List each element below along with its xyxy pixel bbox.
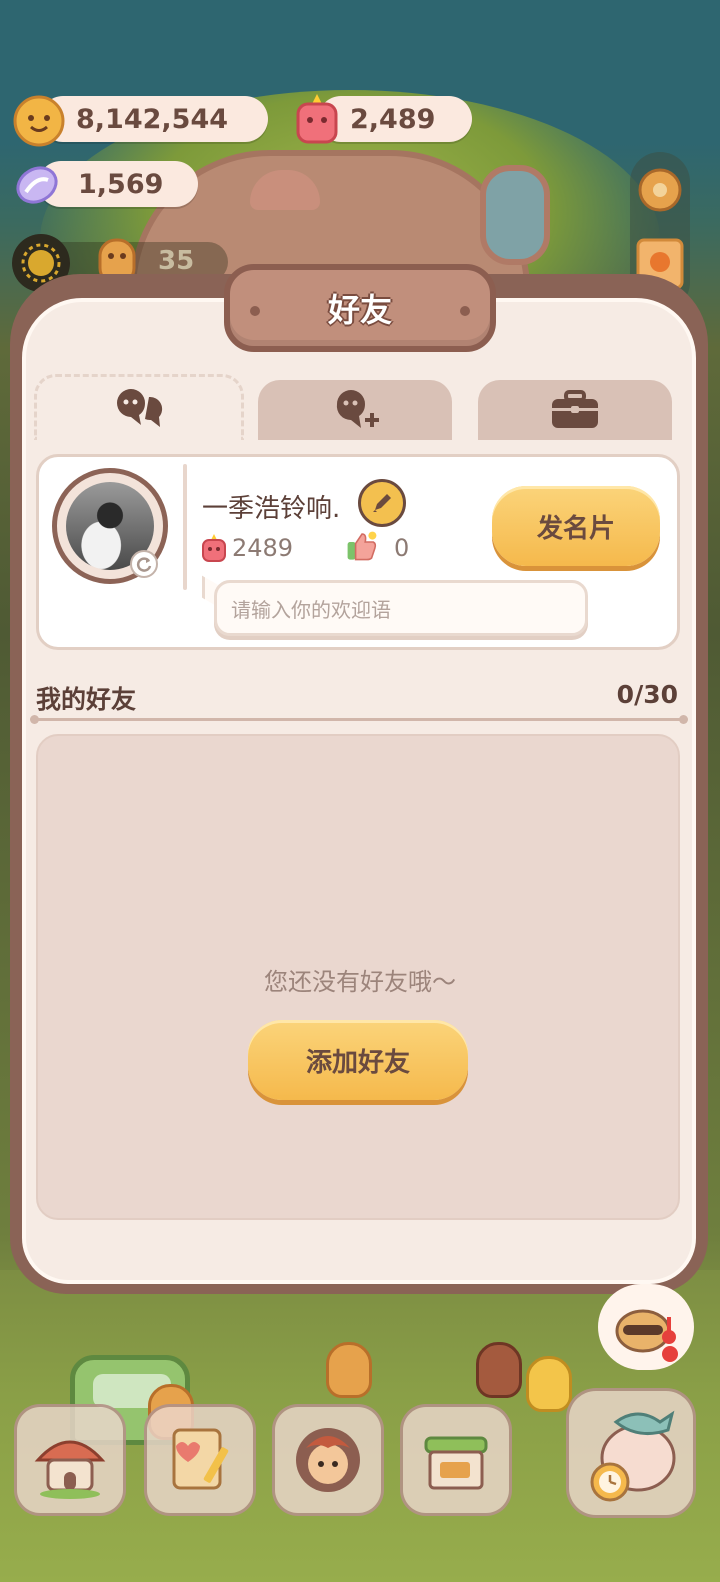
- notification-badge: [662, 1346, 678, 1362]
- cookie-character: [326, 1342, 372, 1398]
- round-window-decoration: [480, 165, 550, 265]
- notebook-icon: [172, 1428, 229, 1490]
- notes-button[interactable]: [144, 1404, 256, 1516]
- shop-button[interactable]: [400, 1404, 512, 1516]
- like-count: 0: [394, 534, 410, 562]
- coin-icon: [12, 94, 66, 148]
- dialog-title-plaque: 好友: [224, 264, 496, 352]
- empty-friends-message: 您还没有好友哦～: [264, 968, 456, 996]
- refresh-icon[interactable]: [130, 550, 158, 578]
- tab-friends-list[interactable]: [34, 374, 244, 440]
- add-friend-button[interactable]: 添加好友: [248, 1020, 468, 1100]
- send-card-button[interactable]: 发名片: [492, 486, 660, 566]
- briefcase-icon: [552, 390, 598, 428]
- minigame-button[interactable]: [566, 1388, 696, 1518]
- house-button[interactable]: [14, 1404, 126, 1516]
- send-card-label: 发名片: [536, 513, 615, 544]
- chat-button[interactable]: [598, 1284, 694, 1370]
- fish-clock-icon: [590, 1410, 676, 1502]
- candle-icon: [198, 532, 230, 564]
- cookie-character: [476, 1342, 522, 1398]
- profile-divider: [183, 464, 187, 590]
- candy-icon: [10, 158, 64, 212]
- coin-counter[interactable]: 8,142,544: [40, 96, 268, 142]
- friends-count: 0/30: [616, 680, 678, 709]
- pencil-icon: [373, 494, 391, 512]
- player-name: 一季浩铃响.: [202, 494, 341, 524]
- character-button[interactable]: [272, 1404, 384, 1516]
- add-friend-label: 添加好友: [305, 1047, 410, 1078]
- coin-value: 8,142,544: [76, 103, 229, 135]
- edit-name-button[interactable]: [358, 479, 406, 527]
- tab-inventory[interactable]: [478, 380, 672, 440]
- mushroom-house-icon: [34, 1440, 106, 1499]
- dialog-title: 好友: [327, 291, 392, 329]
- friends-divider: [30, 715, 688, 724]
- level-value: 35: [158, 246, 195, 276]
- like-icon: [346, 530, 378, 562]
- friends-heading: 我的好友: [36, 685, 137, 714]
- character-icon: [296, 1428, 360, 1492]
- add-user-icon: [336, 390, 379, 428]
- greeting-input[interactable]: 请输入你的欢迎语: [214, 580, 588, 636]
- cookie-character: [526, 1356, 572, 1412]
- tab-add-friend[interactable]: [258, 380, 452, 440]
- candle-count: 2489: [232, 534, 294, 562]
- greeting-placeholder: 请输入你的欢迎语: [231, 597, 391, 622]
- friends-icon: [117, 388, 163, 427]
- shop-icon: [424, 1436, 488, 1490]
- candle-icon: [290, 92, 344, 146]
